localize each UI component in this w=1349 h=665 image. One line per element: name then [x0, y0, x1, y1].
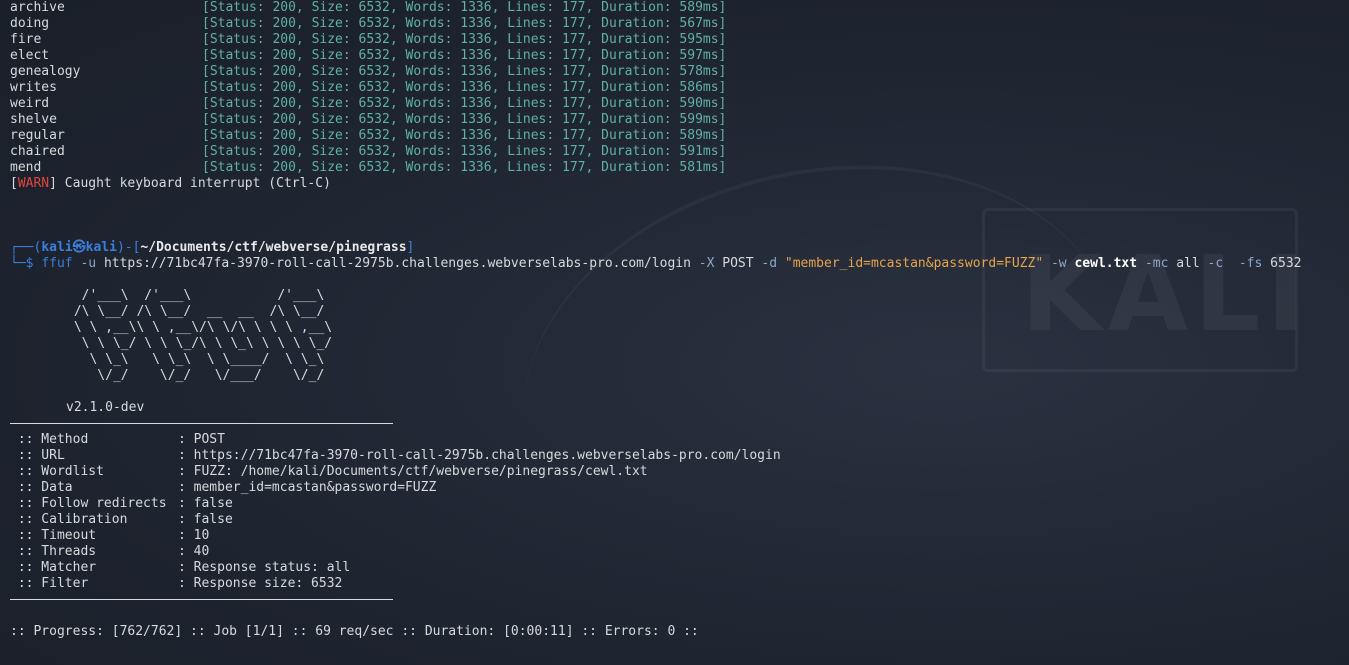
config-value: : member_id=mcastan&password=FUZZ [178, 480, 437, 495]
config-row: :: Matcher : Response status: all [10, 560, 1301, 576]
prompt-user: kali㉿kali [41, 240, 117, 255]
result-word: genealogy [10, 64, 81, 79]
config-key: :: Timeout [10, 528, 97, 543]
banner-art-line: \ \ ,__\\ \ ,__\/\ \/\ \ \ \ ,__\ [66, 320, 333, 335]
config-key: :: Matcher [10, 560, 97, 575]
result-word: fire [10, 32, 42, 47]
result-status: [Status: 200, Size: 6532, Words: 1336, L… [202, 32, 727, 47]
prompt-path: ~/Documents/ctf/webverse/pinegrass [140, 240, 407, 255]
result-row: weird [Status: 200, Size: 6532, Words: 13… [10, 96, 1301, 112]
config-value: : FUZZ: /home/kali/Documents/ctf/webvers… [178, 464, 648, 479]
command-wordlist: cewl.txt [1074, 256, 1138, 271]
config-key: :: Follow redirects [10, 496, 167, 511]
result-row: mend [Status: 200, Size: 6532, Words: 133… [10, 160, 1301, 176]
config-row: :: Data : member_id=mcastan&password=FUZZ [10, 480, 1301, 496]
result-row: shelve [Status: 200, Size: 6532, Words: 1… [10, 112, 1301, 128]
config-key: :: Method [10, 432, 89, 447]
warn-message: Caught keyboard interrupt (Ctrl-C) [56, 176, 331, 191]
config-value: : 40 [178, 544, 210, 559]
config-value: : POST [178, 432, 225, 447]
config-row: :: Calibration : false [10, 512, 1301, 528]
result-status: [Status: 200, Size: 6532, Words: 1336, L… [202, 80, 727, 95]
config-value: : false [178, 512, 233, 527]
result-status: [Status: 200, Size: 6532, Words: 1336, L… [202, 0, 727, 15]
fuzz-results-list: archive [Status: 200, Size: 6532, Words: … [10, 0, 1301, 176]
result-word: archive [10, 0, 65, 15]
version-line: v2.1.0-dev [66, 400, 145, 415]
result-row: doing [Status: 200, Size: 6532, Words: 13… [10, 16, 1301, 32]
ffuf-config-list: :: Method : POST :: URL : https://71bc47fa… [10, 432, 1301, 592]
config-key: :: Filter [10, 576, 89, 591]
config-row: :: Filter : Response size: 6532 [10, 576, 1301, 592]
config-key: :: Wordlist [10, 464, 104, 479]
result-status: [Status: 200, Size: 6532, Words: 1336, L… [202, 96, 727, 111]
command-data: "member_id=mcastan&password=FUZZ" [784, 256, 1044, 271]
config-value: : https://71bc47fa-3970-roll-call-2975b.… [178, 448, 781, 463]
command-url: https://71bc47fa-3970-roll-call-2975b.ch… [103, 256, 691, 271]
result-word: doing [10, 16, 50, 31]
config-row: :: Timeout : 10 [10, 528, 1301, 544]
result-status: [Status: 200, Size: 6532, Words: 1336, L… [202, 112, 727, 127]
result-word: mend [10, 160, 42, 175]
config-row: :: Threads : 40 [10, 544, 1301, 560]
result-status: [Status: 200, Size: 6532, Words: 1336, L… [202, 160, 727, 175]
result-word: chaired [10, 144, 65, 159]
command-program: ffuf [41, 256, 73, 271]
result-status: [Status: 200, Size: 6532, Words: 1336, L… [202, 144, 727, 159]
result-word: elect [10, 48, 50, 63]
banner-art-line: /'___\ /'___\ /'___\ [66, 288, 325, 303]
banner-art-line: /\ \__/ /\ \__/ __ __ /\ \__/ [66, 304, 325, 319]
result-word: weird [10, 96, 50, 111]
warn-line: [WARN] Caught keyboard interrupt (Ctrl-C… [10, 176, 331, 191]
config-key: :: Calibration [10, 512, 128, 527]
result-status: [Status: 200, Size: 6532, Words: 1336, L… [202, 16, 727, 31]
result-status: [Status: 200, Size: 6532, Words: 1336, L… [202, 64, 727, 79]
config-row: :: Method : POST [10, 432, 1301, 448]
config-value: : Response size: 6532 [178, 576, 343, 591]
config-value: : false [178, 496, 233, 511]
result-row: archive [Status: 200, Size: 6532, Words: … [10, 0, 1301, 16]
result-row: regular [Status: 200, Size: 6532, Words: … [10, 128, 1301, 144]
ffuf-ascii-banner: /'___\ /'___\ /'___\ /\ \__/ /\ \__/ __ … [66, 288, 1301, 384]
result-status: [Status: 200, Size: 6532, Words: 1336, L… [202, 128, 727, 143]
separator-bottom [10, 599, 393, 600]
result-row: fire [Status: 200, Size: 6532, Words: 133… [10, 32, 1301, 48]
result-row: chaired [Status: 200, Size: 6532, Words: … [10, 144, 1301, 160]
result-word: writes [10, 80, 57, 95]
separator-top [10, 423, 393, 424]
config-row: :: URL : https://71bc47fa-3970-roll-call-… [10, 448, 1301, 464]
command-line[interactable]: └─$ ffuf -u https://71bc47fa-3970-roll-c… [10, 256, 1301, 272]
config-key: :: URL [10, 448, 65, 463]
config-value: : 10 [178, 528, 210, 543]
result-word: regular [10, 128, 65, 143]
result-word: shelve [10, 112, 57, 127]
banner-art-line: \/_/ \/_/ \/___/ \/_/ [66, 368, 325, 383]
result-row: genealogy [Status: 200, Size: 6532, Words… [10, 64, 1301, 80]
config-key: :: Threads [10, 544, 97, 559]
result-row: writes [Status: 200, Size: 6532, Words: 1… [10, 80, 1301, 96]
prompt-line: ┌──(kali㉿kali)-[~/Documents/ctf/webverse… [10, 240, 415, 255]
warn-tag: WARN [17, 176, 50, 191]
banner-art-line: \ \ \_/ \ \ \_/\ \ \_\ \ \ \ \_/ [66, 336, 333, 351]
config-key: :: Data [10, 480, 73, 495]
result-row: elect [Status: 200, Size: 6532, Words: 13… [10, 48, 1301, 64]
terminal-output[interactable]: archive [Status: 200, Size: 6532, Words: … [10, 0, 1301, 640]
progress-line: :: Progress: [762/762] :: Job [1/1] :: 6… [10, 624, 699, 639]
config-row: :: Follow redirects : false [10, 496, 1301, 512]
config-value: : Response status: all [178, 560, 351, 575]
result-status: [Status: 200, Size: 6532, Words: 1336, L… [202, 48, 727, 63]
config-row: :: Wordlist : FUZZ: /home/kali/Documents/… [10, 464, 1301, 480]
banner-art-line: \ \_\ \ \_\ \ \____/ \ \_\ [66, 352, 325, 367]
